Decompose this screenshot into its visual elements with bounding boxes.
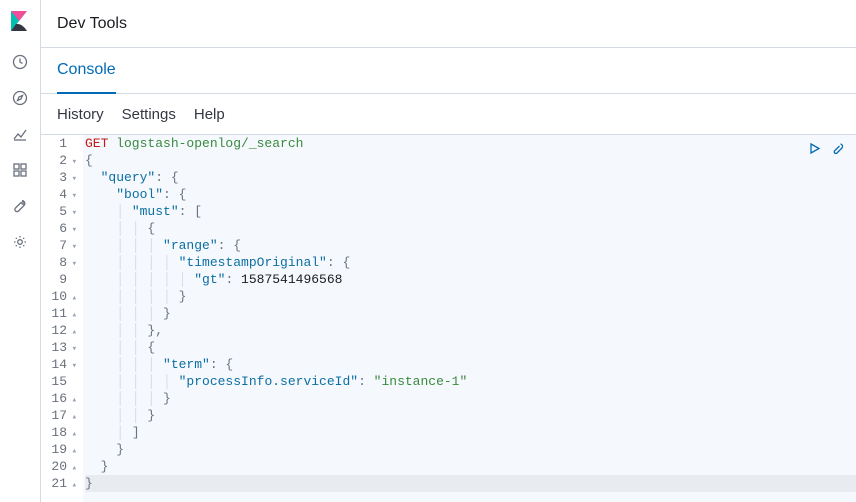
- settings-link[interactable]: Settings: [122, 106, 176, 123]
- code-token: }: [147, 408, 155, 423]
- line-number: 14▾: [41, 356, 77, 373]
- line-number: 7▾: [41, 237, 77, 254]
- code-token: :: [358, 374, 374, 389]
- code-token: }: [179, 289, 187, 304]
- gutter: 12▾3▾4▾5▾6▾7▾8▾910▴11▴12▴13▾14▾1516▴17▴1…: [41, 135, 83, 502]
- code-token: }: [85, 476, 93, 491]
- line-number: 20▴: [41, 458, 77, 475]
- line-number: 1: [41, 135, 77, 152]
- code-token: ]: [132, 425, 140, 440]
- request-path: logstash-openlog/_search: [108, 136, 303, 151]
- wrench-icon[interactable]: [830, 140, 846, 156]
- code-token: },: [147, 323, 163, 338]
- line-number: 9: [41, 271, 77, 288]
- kibana-logo[interactable]: [9, 10, 31, 32]
- code-token: {: [147, 221, 155, 236]
- code-token: "bool": [116, 187, 163, 202]
- code-token: : [: [179, 204, 202, 219]
- code-token: "timestampOriginal": [179, 255, 327, 270]
- management-icon[interactable]: [10, 232, 30, 252]
- page-title: Dev Tools: [57, 15, 127, 33]
- devtools-icon[interactable]: [10, 196, 30, 216]
- page-header: Dev Tools: [41, 0, 856, 48]
- recent-icon[interactable]: [10, 52, 30, 72]
- line-number: 17▴: [41, 407, 77, 424]
- code-area[interactable]: GET logstash-openlog/_search { "query": …: [83, 135, 856, 502]
- line-number: 4▾: [41, 186, 77, 203]
- code-token: : {: [218, 238, 241, 253]
- line-number: 6▾: [41, 220, 77, 237]
- code-token: "range": [163, 238, 218, 253]
- help-link[interactable]: Help: [194, 106, 225, 123]
- tab-console-label: Console: [57, 61, 116, 79]
- code-token: : {: [210, 357, 233, 372]
- code-token: {: [85, 153, 93, 168]
- fold-icon[interactable]: ▴: [72, 477, 77, 494]
- console-toolbar: History Settings Help: [41, 94, 856, 134]
- tab-console[interactable]: Console: [57, 48, 116, 94]
- code-token: }: [163, 306, 171, 321]
- http-method: GET: [85, 136, 108, 151]
- line-number: 12▴: [41, 322, 77, 339]
- line-number: 16▴: [41, 390, 77, 407]
- code-token: : {: [155, 170, 178, 185]
- code-token: "instance-1": [374, 374, 468, 389]
- code-editor[interactable]: 12▾3▾4▾5▾6▾7▾8▾910▴11▴12▴13▾14▾1516▴17▴1…: [41, 135, 856, 502]
- code-token: "must": [132, 204, 179, 219]
- play-icon[interactable]: [806, 140, 822, 156]
- code-token: "gt": [194, 272, 225, 287]
- tab-bar: Console: [41, 48, 856, 94]
- discover-icon[interactable]: [10, 88, 30, 108]
- code-token: "processInfo.serviceId": [179, 374, 358, 389]
- visualize-icon[interactable]: [10, 124, 30, 144]
- line-number: 13▾: [41, 339, 77, 356]
- code-token: "term": [163, 357, 210, 372]
- line-number: 5▾: [41, 203, 77, 220]
- line-number: 3▾: [41, 169, 77, 186]
- main-content: Dev Tools Console History Settings Help …: [41, 0, 856, 502]
- history-link[interactable]: History: [57, 106, 104, 123]
- code-token: }: [116, 442, 124, 457]
- editor: 12▾3▾4▾5▾6▾7▾8▾910▴11▴12▴13▾14▾1516▴17▴1…: [41, 134, 856, 502]
- code-token: "query": [101, 170, 156, 185]
- code-token: }: [101, 459, 109, 474]
- code-token: 1587541496568: [241, 272, 342, 287]
- line-number: 2▾: [41, 152, 77, 169]
- dashboard-icon[interactable]: [10, 160, 30, 180]
- code-token: : {: [327, 255, 350, 270]
- code-token: {: [147, 340, 155, 355]
- line-number: 19▴: [41, 441, 77, 458]
- code-token: }: [163, 391, 171, 406]
- line-number: 21▴: [41, 475, 77, 492]
- line-number: 15: [41, 373, 77, 390]
- line-number: 18▴: [41, 424, 77, 441]
- nav-sidebar: [0, 0, 41, 502]
- line-number: 8▾: [41, 254, 77, 271]
- code-token: : {: [163, 187, 186, 202]
- line-number: 10▴: [41, 288, 77, 305]
- request-actions: [806, 140, 846, 156]
- line-number: 11▴: [41, 305, 77, 322]
- code-token: :: [225, 272, 241, 287]
